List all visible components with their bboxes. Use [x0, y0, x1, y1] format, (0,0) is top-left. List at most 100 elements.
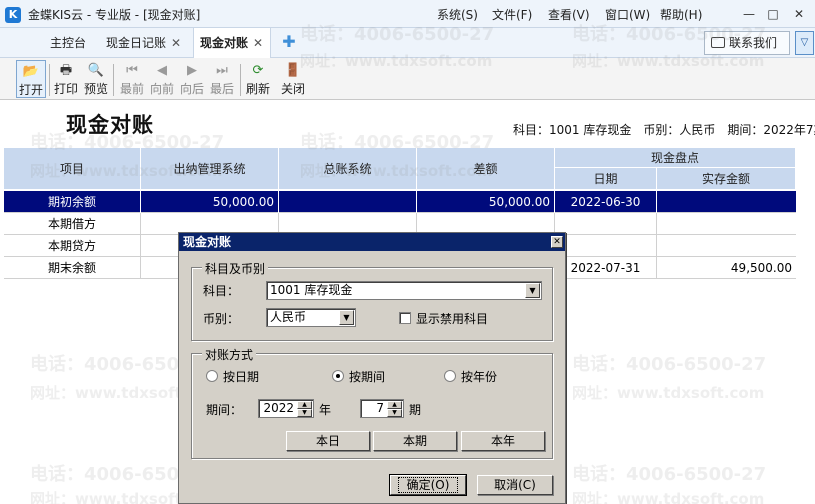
- chat-icon: [711, 37, 725, 48]
- open-label: 打开: [18, 83, 43, 97]
- cancel-button[interactable]: 取消(C): [477, 475, 553, 495]
- cell-cashier: 50,000.00: [141, 191, 279, 213]
- print-button[interactable]: 🖶 打印: [51, 60, 81, 98]
- last-record-icon: ⏭: [216, 63, 228, 78]
- maximize-button[interactable]: □: [762, 4, 784, 24]
- period-unit: 期: [409, 403, 422, 417]
- tab-cash-journal[interactable]: 现金日记账 ✕: [106, 28, 190, 58]
- header-cash-count: 现金盘点: [555, 148, 796, 168]
- radio-by-year[interactable]: [444, 370, 456, 382]
- last-button[interactable]: ⏭ 最后: [207, 60, 237, 98]
- close-report-button[interactable]: 🚪 关闭: [278, 60, 308, 98]
- radio-by-period-label[interactable]: 按期间: [349, 368, 385, 385]
- minimize-button[interactable]: —: [738, 4, 760, 24]
- cell-ledger: [279, 191, 417, 213]
- ok-label: 确定(O): [397, 477, 459, 493]
- folder-open-icon: 📂: [22, 64, 40, 79]
- refresh-button[interactable]: ⟳ 刷新: [243, 60, 273, 98]
- tab-label: 现金对账: [200, 36, 249, 50]
- menu-window[interactable]: 窗口(W): [605, 6, 650, 23]
- table-row[interactable]: 期初余额 50,000.00 50,000.00 2022-06-30: [4, 191, 796, 213]
- add-tab-icon[interactable]: ✚: [281, 34, 297, 50]
- cell-actual: [657, 235, 796, 257]
- prev-button[interactable]: ◀ 向前: [147, 60, 177, 98]
- cell-date: [555, 213, 657, 235]
- spin-down-icon[interactable]: ▼: [387, 409, 402, 417]
- account-value: 1001 库存现金: [270, 283, 353, 297]
- toolbar-separator: [113, 64, 114, 96]
- chevron-down-icon[interactable]: ▽: [795, 31, 814, 55]
- first-record-icon: ⏮: [126, 63, 138, 78]
- today-button[interactable]: 本日: [286, 431, 370, 451]
- close-label: 关闭: [280, 82, 305, 96]
- header-date: 日期: [555, 168, 657, 190]
- preview-button[interactable]: 🔍 预览: [81, 60, 111, 98]
- group-legend: 对账方式: [202, 346, 257, 363]
- header-cashier: 出纳管理系统: [141, 148, 279, 190]
- cell-date: 2022-06-30: [555, 191, 657, 213]
- header-difference: 差额: [417, 148, 555, 190]
- report-title: 现金对账: [66, 113, 154, 137]
- close-icon[interactable]: ✕: [253, 36, 263, 50]
- header-item: 项目: [4, 148, 141, 190]
- preview-label: 预览: [83, 82, 108, 96]
- watermark-site: 网址：www.tdxsoft.com: [572, 490, 765, 504]
- radio-by-year-label[interactable]: 按年份: [461, 368, 497, 385]
- this-period-button[interactable]: 本期: [373, 431, 457, 451]
- refresh-icon: ⟳: [252, 63, 264, 78]
- currency-select[interactable]: 人民币 ▼: [266, 308, 356, 327]
- account-label: 科目：: [203, 284, 240, 298]
- dialog-title: 现金对账: [179, 233, 565, 251]
- menu-view[interactable]: 查看(V): [548, 6, 590, 23]
- spin-up-icon[interactable]: ▲: [387, 401, 402, 409]
- close-window-button[interactable]: ✕: [788, 4, 810, 24]
- preview-icon: 🔍: [87, 63, 105, 78]
- currency-label: 币别：: [203, 312, 240, 326]
- header-actual-amount: 实存金额: [657, 168, 796, 190]
- period-spinner[interactable]: 7 ▲ ▼: [360, 399, 404, 418]
- tab-cash-reconciliation[interactable]: 现金对账 ✕: [193, 28, 271, 59]
- close-icon[interactable]: ✕: [171, 36, 181, 50]
- year-value: 2022: [263, 401, 294, 415]
- menu-system[interactable]: 系统(S): [437, 6, 478, 23]
- tab-console[interactable]: 主控台: [40, 28, 96, 58]
- cell-actual: [657, 191, 796, 213]
- first-button[interactable]: ⏮ 最前: [117, 60, 147, 98]
- cell-date: [555, 235, 657, 257]
- chevron-down-icon[interactable]: ▼: [339, 310, 354, 325]
- next-label: 向后: [179, 82, 204, 96]
- tab-label: 现金日记账: [106, 36, 167, 50]
- print-label: 打印: [53, 82, 78, 96]
- radio-by-date[interactable]: [206, 370, 218, 382]
- contact-us-button[interactable]: 联系我们: [704, 31, 790, 55]
- next-button[interactable]: ▶ 向后: [177, 60, 207, 98]
- radio-by-date-label[interactable]: 按日期: [223, 368, 259, 385]
- spin-down-icon[interactable]: ▼: [297, 409, 312, 417]
- open-button[interactable]: 📂 打开: [16, 60, 46, 98]
- cell-item: 期末余额: [4, 257, 141, 279]
- close-icon[interactable]: ✕: [551, 236, 563, 248]
- cell-date: 2022-07-31: [555, 257, 657, 279]
- year-spinner[interactable]: 2022 ▲ ▼: [258, 399, 314, 418]
- radio-by-period[interactable]: [332, 370, 344, 382]
- show-disabled-checkbox[interactable]: [399, 312, 411, 324]
- menu-file[interactable]: 文件(F): [492, 6, 532, 23]
- chevron-down-icon[interactable]: ▼: [525, 283, 540, 298]
- this-year-button[interactable]: 本年: [461, 431, 545, 451]
- cell-item: 期初余额: [4, 191, 141, 213]
- watermark-phone: 电话：4006-6500-27: [572, 354, 767, 375]
- toolbar-separator: [240, 64, 241, 96]
- cash-reconciliation-dialog: 现金对账 ✕ 科目及币别 科目： 1001 库存现金 ▼ 币别： 人民币 ▼ 显…: [178, 232, 566, 504]
- prev-record-icon: ◀: [157, 63, 167, 78]
- menu-help[interactable]: 帮助(H): [660, 6, 702, 23]
- period-label: 期间：: [206, 403, 243, 417]
- account-select[interactable]: 1001 库存现金 ▼: [266, 281, 542, 300]
- title-bar: K 金蝶KIS云 - 专业版 - [现金对账] 系统(S) 文件(F) 查看(V…: [0, 0, 815, 28]
- period-value: 7: [376, 401, 384, 415]
- ok-button[interactable]: 确定(O): [389, 474, 467, 496]
- show-disabled-label[interactable]: 显示禁用科目: [416, 310, 488, 327]
- first-label: 最前: [119, 82, 144, 96]
- watermark-site: 网址：www.tdxsoft.com: [572, 384, 765, 402]
- currency-value: 人民币: [270, 310, 307, 324]
- spin-up-icon[interactable]: ▲: [297, 401, 312, 409]
